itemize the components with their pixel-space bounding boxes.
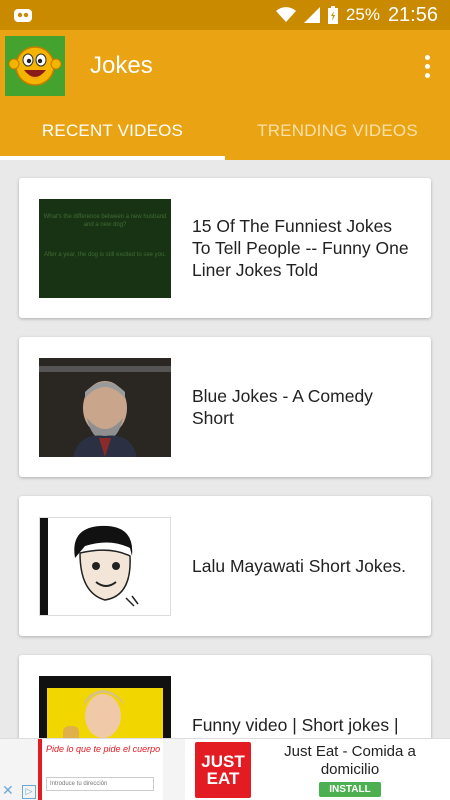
ad-close-icon[interactable]: ✕ xyxy=(2,782,14,799)
battery-charging-icon xyxy=(327,6,338,24)
ad-address-input: Introduce tu dirección xyxy=(46,776,154,791)
video-thumbnail xyxy=(39,516,171,616)
tab-trending-videos[interactable]: TRENDING VIDEOS xyxy=(225,102,450,160)
video-title: Lalu Mayawati Short Jokes. xyxy=(192,556,406,576)
ad-tagline: Pide lo que te pide el cuerpo xyxy=(46,743,161,754)
video-card[interactable]: Lalu Mayawati Short Jokes. xyxy=(19,496,431,636)
tab-recent-videos[interactable]: RECENT VIDEOS xyxy=(0,102,225,160)
ad-creative[interactable]: Pide lo que te pide el cuerpo Introduce … xyxy=(0,738,185,800)
ad-install-button[interactable]: INSTALL xyxy=(319,781,381,797)
overflow-menu-icon[interactable] xyxy=(418,51,436,81)
thumbnail-caption: What's the difference between a new husb… xyxy=(43,213,167,228)
video-thumbnail xyxy=(39,675,171,738)
video-title: Blue Jokes - A Comedy Short xyxy=(192,386,373,428)
signal-icon xyxy=(303,7,320,23)
video-card[interactable]: Funny video | Short jokes | xyxy=(19,655,431,738)
clock: 21:56 xyxy=(387,3,438,26)
wifi-icon xyxy=(275,7,296,23)
ad-app-name: Just Eat - Comida a domicilio xyxy=(284,742,416,778)
smiley-logo-icon xyxy=(5,36,65,96)
video-thumbnail xyxy=(39,357,171,457)
video-list[interactable]: What's the difference between a new husb… xyxy=(0,160,450,738)
adchoices-icon[interactable]: ▷ xyxy=(22,784,36,799)
tab-bar: RECENT VIDEOS TRENDING VIDEOS xyxy=(0,102,450,160)
app-title: Jokes xyxy=(90,52,153,79)
video-card[interactable]: Blue Jokes - A Comedy Short xyxy=(19,337,431,477)
thumbnail-caption: After a year, the dog is still excited t… xyxy=(43,251,167,258)
battery-percent: 25% xyxy=(345,5,380,24)
video-card[interactable]: What's the difference between a new husb… xyxy=(19,178,431,318)
video-title: 15 Of The Funniest Jokes To Tell People … xyxy=(192,216,409,280)
ad-text: Just Eat - Comida a domicilio INSTALL xyxy=(265,743,435,797)
status-bar: 25% 21:56 xyxy=(0,0,450,30)
video-title: Funny video | Short jokes | xyxy=(192,715,399,735)
video-thumbnail: What's the difference between a new husb… xyxy=(39,198,171,298)
just-eat-logo[interactable]: JUST EAT xyxy=(195,741,251,798)
app-bar: Jokes xyxy=(0,30,450,102)
android-debug-icon xyxy=(12,6,34,24)
ad-banner[interactable]: Pide lo que te pide el cuerpo Introduce … xyxy=(0,738,450,800)
